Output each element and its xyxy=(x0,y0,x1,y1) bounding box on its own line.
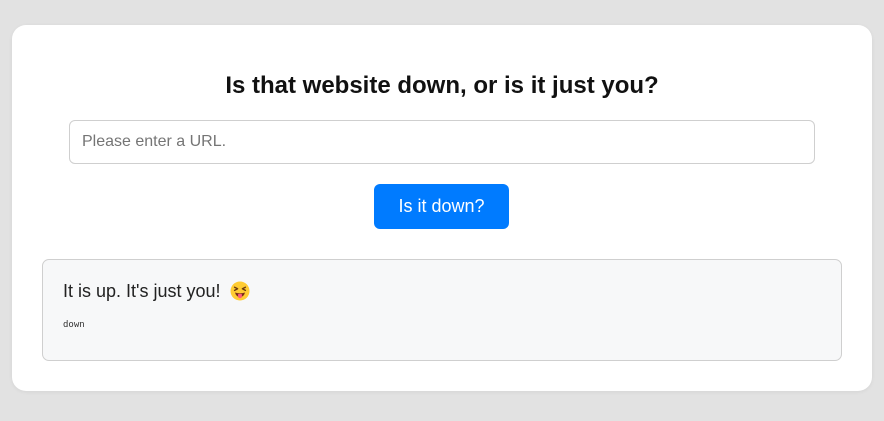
main-card: Is that website down, or is it just you?… xyxy=(12,25,872,391)
page-title: Is that website down, or is it just you? xyxy=(225,72,659,99)
check-button[interactable]: Is it down? xyxy=(374,184,509,229)
status-text: down xyxy=(63,320,85,330)
url-input[interactable] xyxy=(69,120,815,164)
result-message-row: It is up. It's just you! xyxy=(63,280,250,302)
result-message: It is up. It's just you! xyxy=(63,281,221,301)
result-panel: It is up. It's just you! down xyxy=(42,259,842,361)
squinting-face-with-tongue-icon xyxy=(230,281,250,301)
